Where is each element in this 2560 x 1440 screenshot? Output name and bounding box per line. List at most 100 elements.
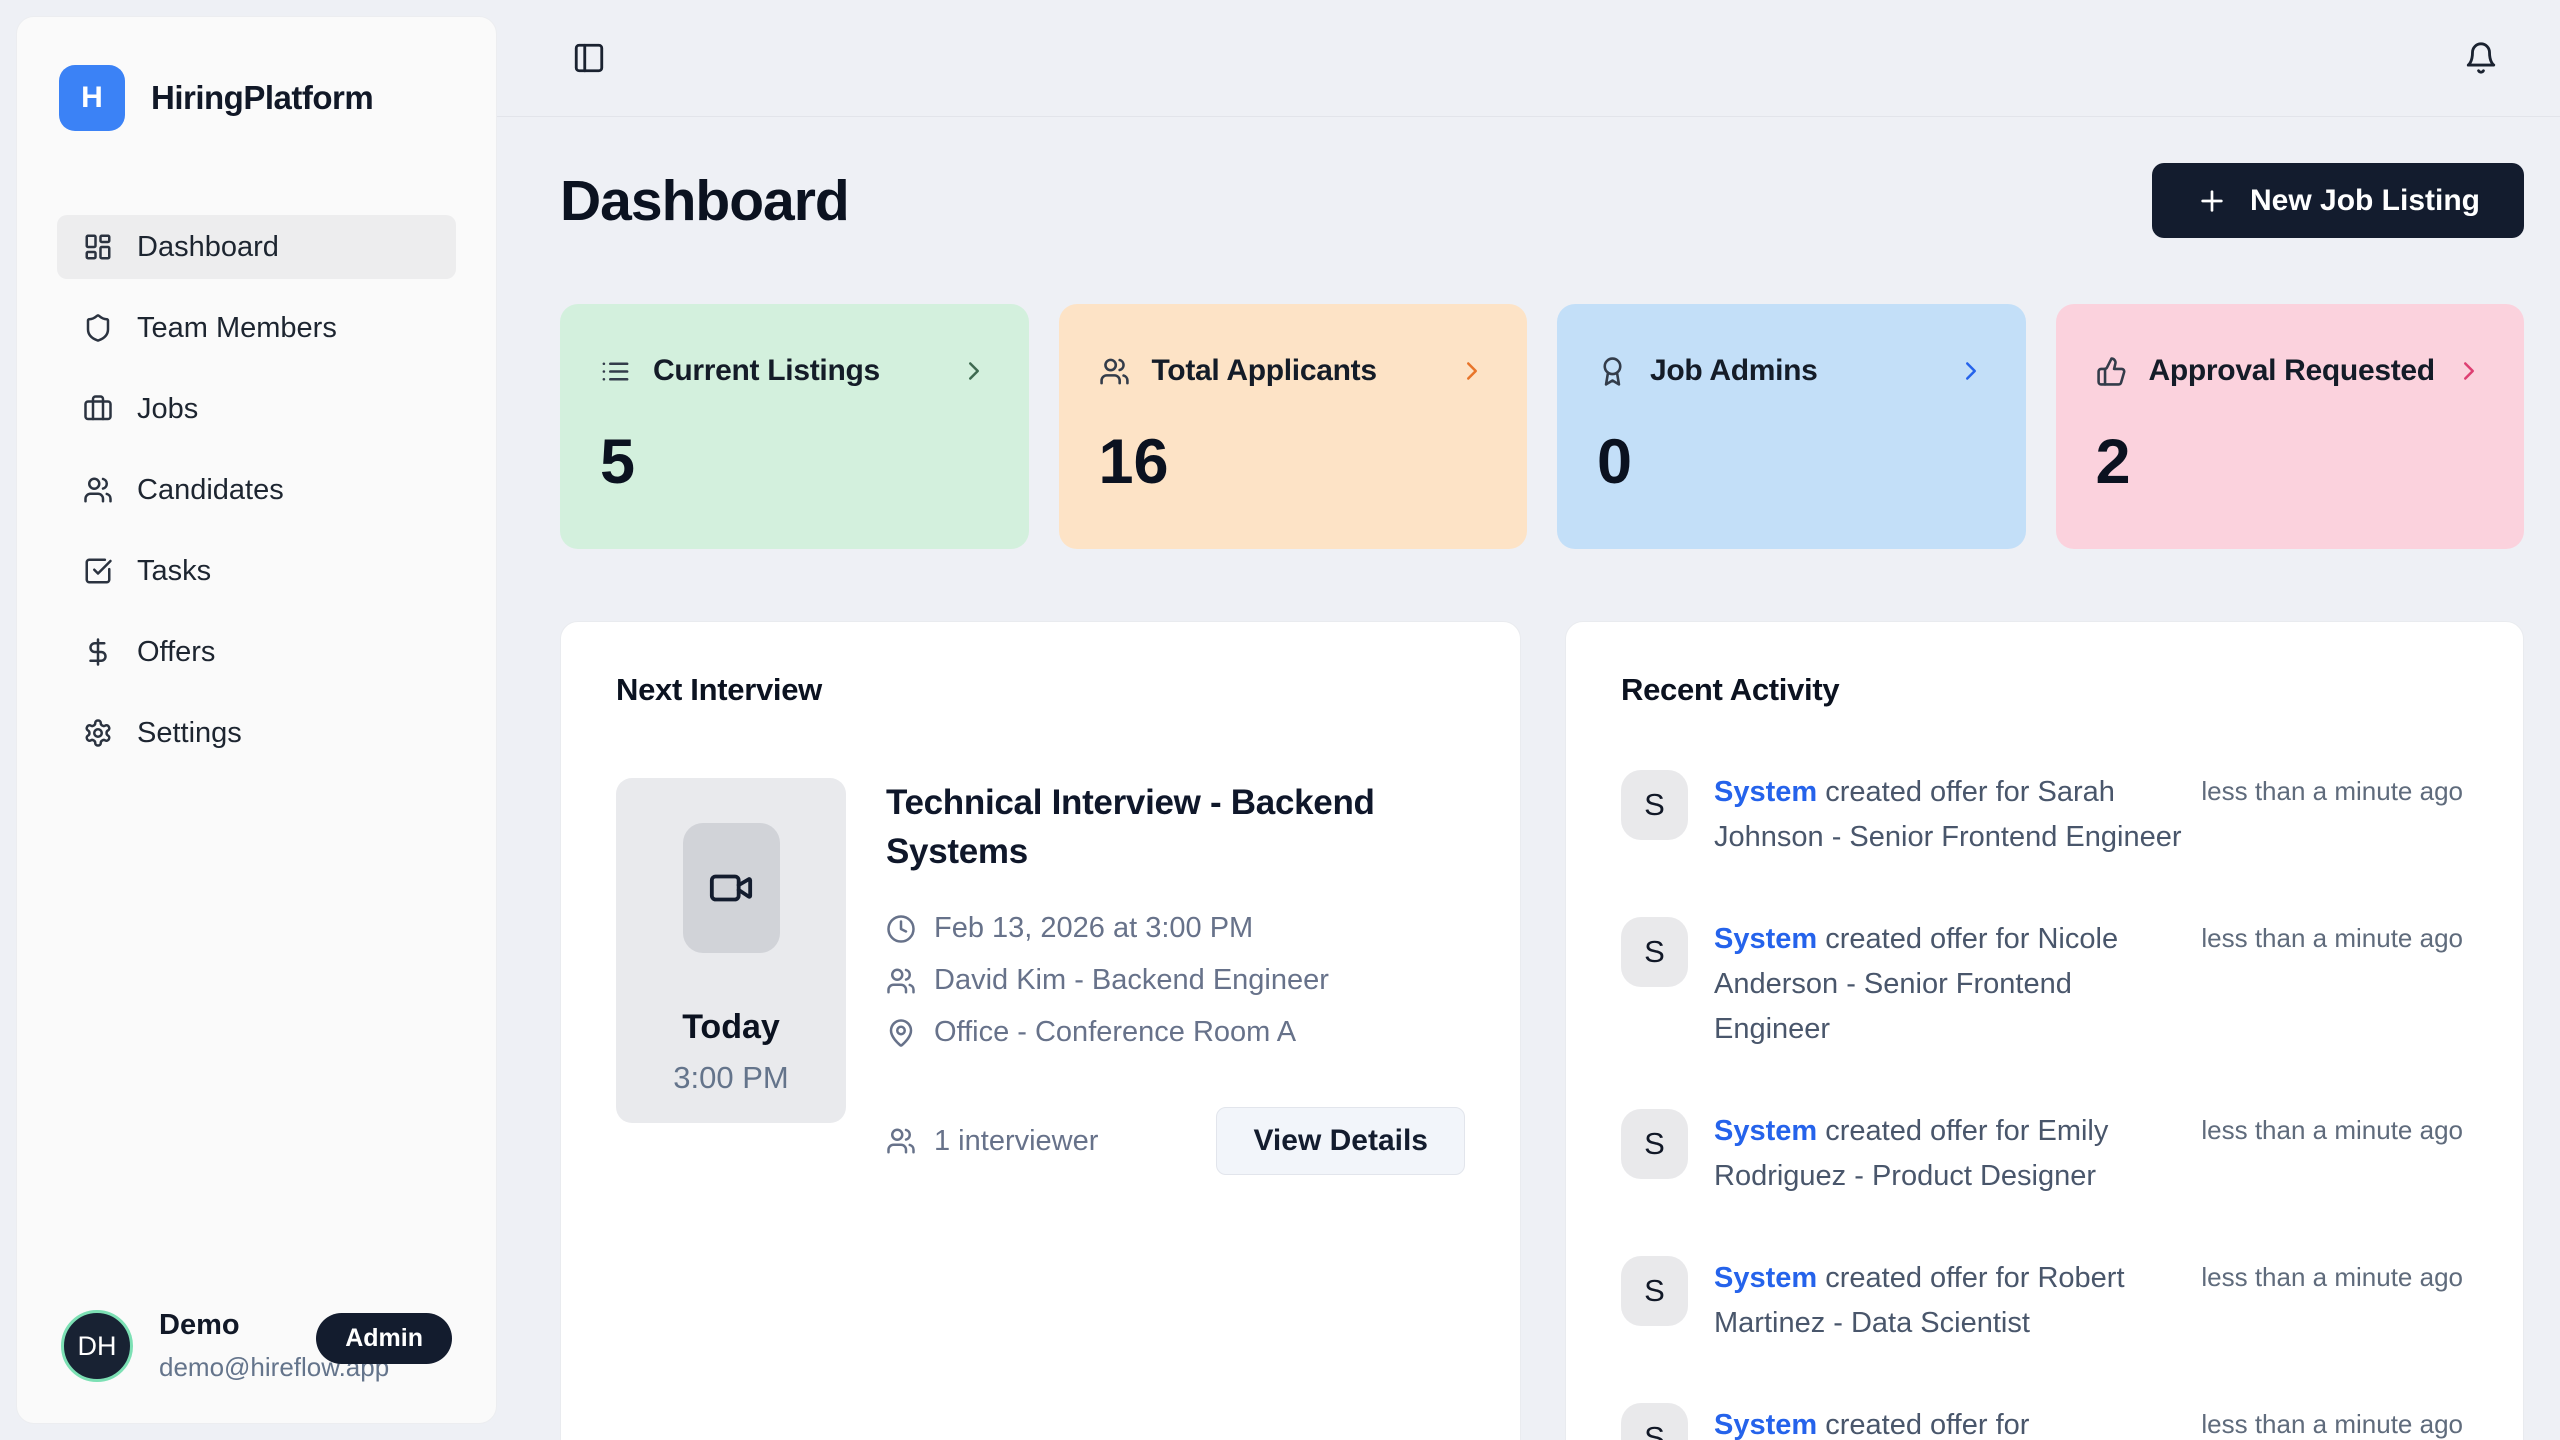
sidebar-nav: Dashboard Team Members Jobs Candidates T… bbox=[57, 215, 456, 765]
stat-card-total-applicants[interactable]: Total Applicants 16 bbox=[1059, 304, 1528, 549]
briefcase-icon bbox=[83, 394, 113, 424]
list-icon bbox=[600, 356, 631, 387]
dashboard-grid-icon bbox=[83, 232, 113, 262]
view-details-button[interactable]: View Details bbox=[1216, 1107, 1465, 1175]
thumbs-up-icon bbox=[2096, 356, 2127, 387]
clock-icon bbox=[886, 914, 916, 944]
activity-actor[interactable]: System bbox=[1714, 1115, 1817, 1147]
users-icon bbox=[886, 1126, 916, 1156]
sidebar-item-label: Team Members bbox=[137, 312, 337, 345]
sidebar-item-offers[interactable]: Offers bbox=[57, 620, 456, 684]
sidebar-item-team-members[interactable]: Team Members bbox=[57, 296, 456, 360]
activity-item: S System created offer for Robert Martin… bbox=[1621, 1256, 2463, 1346]
avatar: DH bbox=[61, 1310, 133, 1382]
user-email: demo@hireflow.app bbox=[159, 1352, 290, 1383]
activity-list: S System created offer for Sarah Johnson… bbox=[1621, 770, 2463, 1440]
stat-label: Job Admins bbox=[1650, 354, 1818, 388]
chevron-right-icon bbox=[1457, 356, 1487, 386]
sidebar-item-label: Dashboard bbox=[137, 231, 279, 264]
stat-card-current-listings[interactable]: Current Listings 5 bbox=[560, 304, 1029, 549]
activity-actor[interactable]: System bbox=[1714, 1262, 1817, 1294]
notifications-button[interactable] bbox=[2464, 39, 2502, 77]
activity-item: S System created offer for Sarah Johnson… bbox=[1621, 770, 2463, 860]
stat-card-job-admins[interactable]: Job Admins 0 bbox=[1557, 304, 2026, 549]
sidebar-item-dashboard[interactable]: Dashboard bbox=[57, 215, 456, 279]
bell-icon bbox=[2464, 41, 2502, 75]
panel-left-icon bbox=[572, 41, 610, 75]
award-icon bbox=[1597, 356, 1628, 387]
video-camera-icon bbox=[708, 865, 754, 911]
plus-icon bbox=[2196, 185, 2228, 217]
interview-datetime: Feb 13, 2026 at 3:00 PM bbox=[934, 912, 1253, 945]
interview-candidate: David Kim - Backend Engineer bbox=[934, 964, 1329, 997]
page-title: Dashboard bbox=[560, 168, 849, 234]
stat-card-approval-requested[interactable]: Approval Requested 2 bbox=[2056, 304, 2525, 549]
activity-timestamp: less than a minute ago bbox=[2201, 1403, 2463, 1440]
sidebar-item-tasks[interactable]: Tasks bbox=[57, 539, 456, 603]
stat-label: Approval Requested bbox=[2149, 354, 2435, 388]
activity-actor[interactable]: System bbox=[1714, 1409, 1817, 1440]
new-job-listing-button[interactable]: New Job Listing bbox=[2152, 163, 2524, 238]
interview-time: 3:00 PM bbox=[673, 1060, 788, 1096]
sidebar-item-label: Settings bbox=[137, 717, 242, 750]
sidebar-item-label: Offers bbox=[137, 636, 215, 669]
activity-text: System created offer for Sarah Johnson -… bbox=[1714, 770, 2184, 860]
user-card[interactable]: DH Demo demo@hireflow.app Admin bbox=[57, 1309, 456, 1383]
sidebar-item-label: Jobs bbox=[137, 393, 198, 426]
brand: H HiringPlatform bbox=[59, 65, 456, 131]
sidebar: H HiringPlatform Dashboard Team Members … bbox=[16, 16, 497, 1424]
stats-row: Current Listings 5 Total Applicants bbox=[560, 304, 2524, 549]
chevron-right-icon bbox=[1956, 356, 1986, 386]
users-icon bbox=[886, 966, 916, 996]
interviewer-count: 1 interviewer bbox=[934, 1125, 1098, 1158]
activity-timestamp: less than a minute ago bbox=[2201, 917, 2463, 954]
interview-job-title: Technical Interview - Backend Systems bbox=[886, 778, 1386, 876]
chevron-right-icon bbox=[959, 356, 989, 386]
stat-label: Current Listings bbox=[653, 354, 880, 388]
user-name: Demo bbox=[159, 1309, 290, 1342]
stat-value: 16 bbox=[1099, 426, 1488, 498]
stat-value: 0 bbox=[1597, 426, 1986, 498]
activity-text: System created offer for Emily Rodriguez… bbox=[1714, 1109, 2184, 1199]
sidebar-item-candidates[interactable]: Candidates bbox=[57, 458, 456, 522]
sidebar-item-jobs[interactable]: Jobs bbox=[57, 377, 456, 441]
interview-day: Today bbox=[682, 1008, 780, 1047]
activity-avatar: S bbox=[1621, 1109, 1688, 1179]
sidebar-item-label: Candidates bbox=[137, 474, 284, 507]
activity-avatar: S bbox=[1621, 917, 1688, 987]
next-interview-title: Next Interview bbox=[616, 672, 1465, 708]
sidebar-toggle-button[interactable] bbox=[572, 39, 610, 77]
activity-actor[interactable]: System bbox=[1714, 923, 1817, 955]
shield-icon bbox=[83, 313, 113, 343]
activity-actor[interactable]: System bbox=[1714, 776, 1817, 808]
new-job-listing-label: New Job Listing bbox=[2250, 184, 2480, 218]
gear-icon bbox=[83, 718, 113, 748]
activity-item: S System created offer for Emily Rodrigu… bbox=[1621, 1109, 2463, 1199]
activity-item: S System created offer for Christopher W… bbox=[1621, 1403, 2463, 1440]
main-area: Dashboard New Job Listing Current Listin… bbox=[497, 0, 2560, 1440]
role-badge: Admin bbox=[316, 1313, 452, 1364]
sidebar-item-label: Tasks bbox=[137, 555, 211, 588]
activity-timestamp: less than a minute ago bbox=[2201, 1256, 2463, 1293]
activity-text: System created offer for Christopher Whi… bbox=[1714, 1403, 2184, 1440]
interview-date-box: Today 3:00 PM bbox=[616, 778, 846, 1123]
dashboard-content: Dashboard New Job Listing Current Listin… bbox=[497, 117, 2560, 1440]
sidebar-item-settings[interactable]: Settings bbox=[57, 701, 456, 765]
stat-value: 2 bbox=[2096, 426, 2485, 498]
activity-timestamp: less than a minute ago bbox=[2201, 1109, 2463, 1146]
square-check-icon bbox=[83, 556, 113, 586]
next-interview-panel: Next Interview Today 3:00 PM Technical I… bbox=[560, 621, 1521, 1440]
map-pin-icon bbox=[886, 1018, 916, 1048]
activity-avatar: S bbox=[1621, 1403, 1688, 1440]
interview-location: Office - Conference Room A bbox=[934, 1016, 1296, 1049]
stat-label: Total Applicants bbox=[1152, 354, 1377, 388]
activity-avatar: S bbox=[1621, 770, 1688, 840]
recent-activity-title: Recent Activity bbox=[1621, 672, 2463, 708]
activity-timestamp: less than a minute ago bbox=[2201, 770, 2463, 807]
dollar-sign-icon bbox=[83, 637, 113, 667]
activity-text: System created offer for Robert Martinez… bbox=[1714, 1256, 2184, 1346]
users-icon bbox=[83, 475, 113, 505]
video-tile bbox=[683, 823, 780, 953]
users-icon bbox=[1099, 356, 1130, 387]
activity-item: S System created offer for Nicole Anders… bbox=[1621, 917, 2463, 1052]
